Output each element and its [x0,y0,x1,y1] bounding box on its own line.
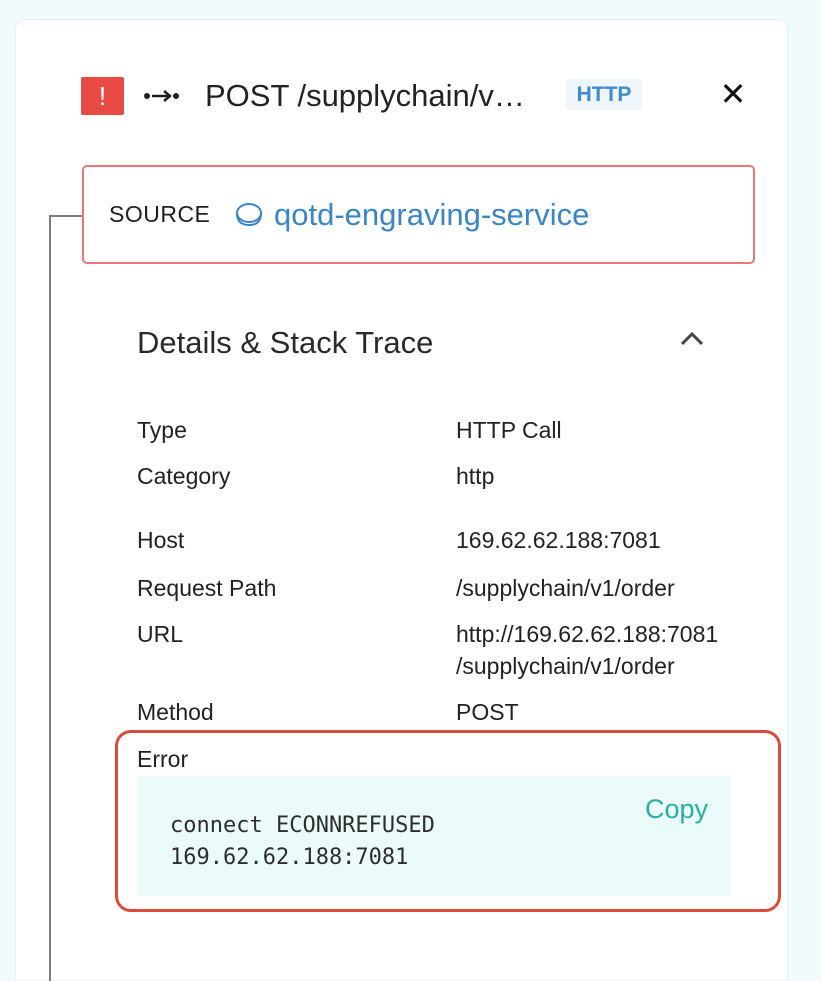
request-title: POST /supplychain/v1/order [205,78,535,113]
detail-key-request-path: Request Path [137,575,277,601]
database-icon [235,201,263,229]
panel-header: ! POST /supplychain/v1/order HTTP ✕ [81,74,761,115]
arrow-dots-icon [143,77,189,115]
source-label: SOURCE [109,201,211,227]
detail-value-request-path: /supplychain/v1/order [456,575,675,601]
detail-value-category: http [456,463,495,489]
detail-key-category: Category [137,463,231,489]
detail-key-host: Host [137,527,185,553]
detail-value-method: POST [456,699,519,725]
detail-value-type: HTTP Call [456,417,562,443]
details-section-title: Details & Stack Trace [137,325,434,360]
source-box: SOURCE qotd-engraving-service [82,165,755,264]
error-detail-panel: ! POST /supplychain/v1/order HTTP ✕ SOUR… [16,20,787,981]
source-service-link[interactable]: qotd-engraving-service [274,197,589,233]
detail-key-type: Type [137,417,187,443]
tree-connector-line [49,215,51,981]
error-message-line1: connect ECONNREFUSED [170,813,435,838]
error-message: connect ECONNREFUSED 169.62.62.188:7081 [170,810,435,874]
chevron-up-icon[interactable] [674,322,710,358]
detail-value-url-line2: /supplychain/v1/order [456,653,675,679]
error-label: Error [137,746,189,772]
copy-button[interactable]: Copy [645,794,708,825]
protocol-badge: HTTP [566,79,642,110]
tree-connector-elbow [49,215,82,217]
error-message-line2: 169.62.62.188:7081 [170,845,409,870]
error-icon: ! [81,77,124,115]
detail-key-method: Method [137,699,214,725]
detail-value-host: 169.62.62.188:7081 [456,527,661,553]
detail-key-url: URL [137,621,184,647]
close-icon[interactable]: ✕ [713,74,753,114]
error-message-box: connect ECONNREFUSED 169.62.62.188:7081 … [137,776,731,896]
detail-value-url-line1: http://169.62.62.188:7081 [456,621,719,647]
